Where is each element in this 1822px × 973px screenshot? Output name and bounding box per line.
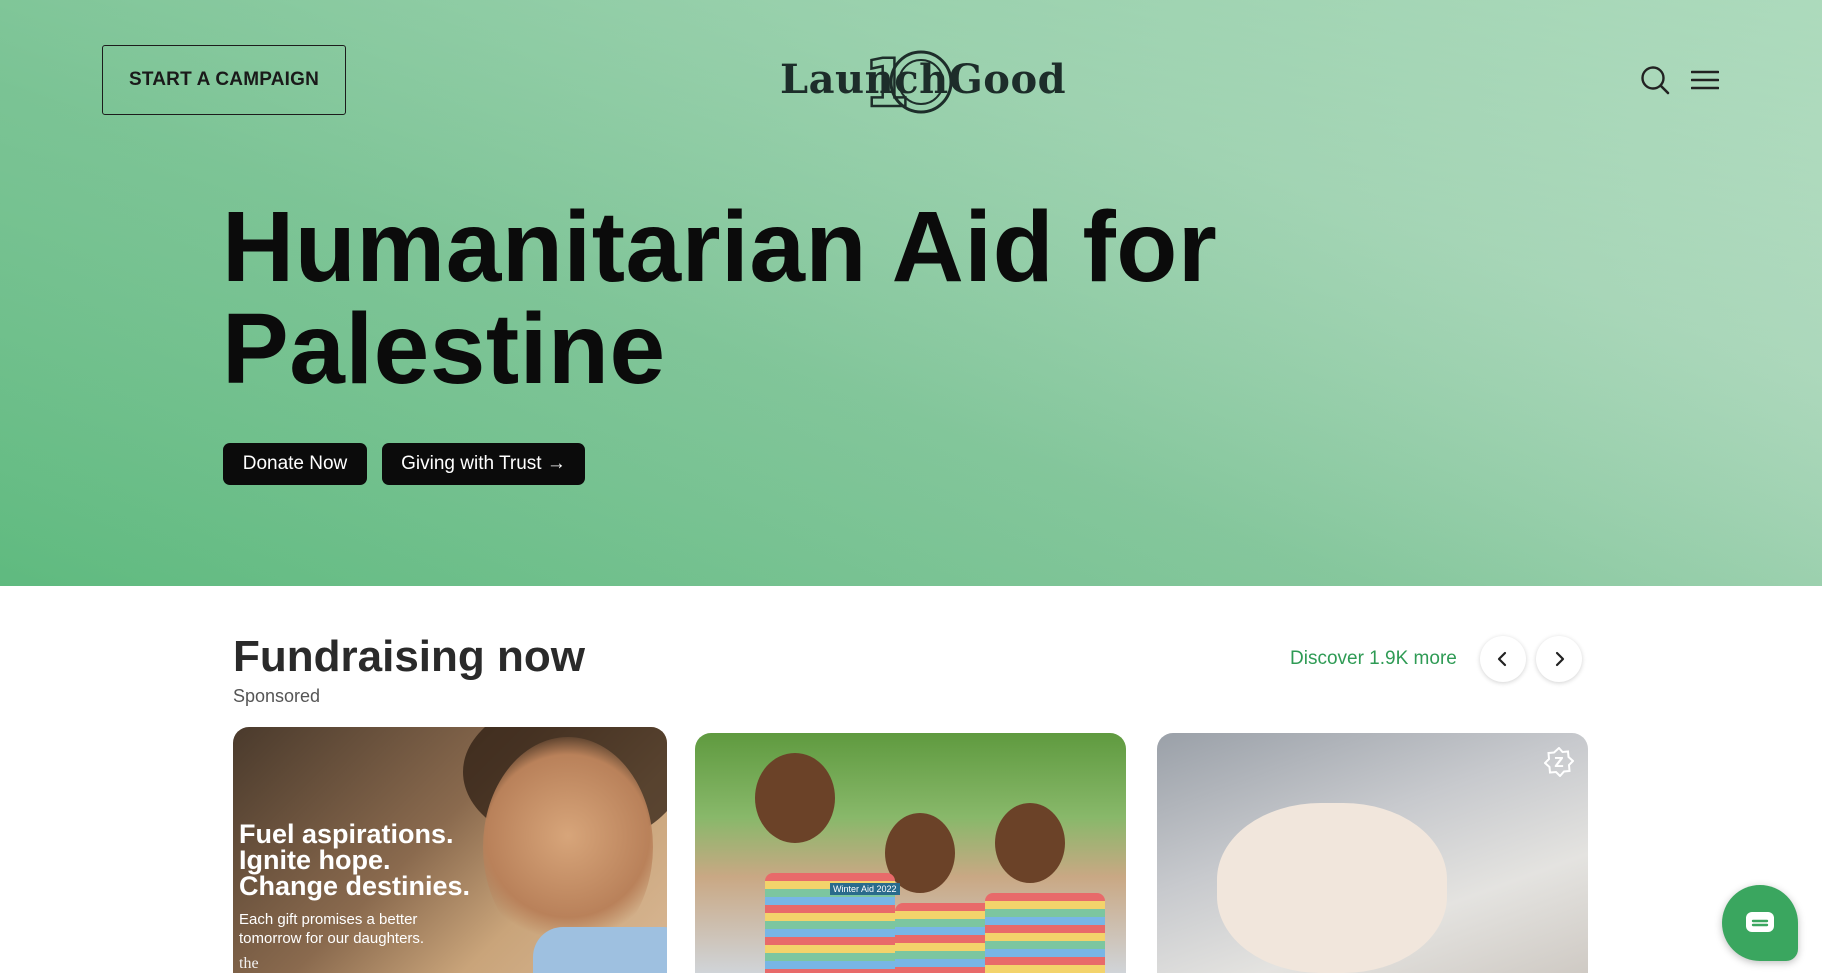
card-headline: Fuel aspirations. Ignite hope. Change de… [239, 819, 471, 901]
card-photo-parcel [985, 893, 1105, 973]
card-photo-uniform [533, 927, 667, 973]
carousel-next-button[interactable] [1536, 636, 1582, 682]
card-photo-child [885, 813, 955, 893]
card-logo-fragment: the [239, 955, 259, 972]
card-photo-child [755, 753, 835, 843]
campaign-card-girls-education[interactable]: Fuel aspirations. Ignite hope. Change de… [233, 727, 667, 973]
chevron-right-icon [1555, 651, 1565, 667]
logo-10-badge-icon: 1 [863, 44, 953, 118]
discover-more-link[interactable]: Discover 1.9K more [1290, 648, 1457, 670]
card-photo-face [483, 737, 653, 957]
parcel-label: Winter Aid 2022 [830, 883, 900, 895]
carousel-prev-button[interactable] [1480, 636, 1526, 682]
chat-icon [1746, 912, 1774, 932]
hamburger-menu-icon[interactable] [1691, 68, 1719, 92]
sponsored-label: Sponsored [233, 686, 321, 706]
zakat-badge-icon: Z [1544, 747, 1574, 777]
chat-button[interactable] [1722, 885, 1798, 961]
card-photo-baby [1217, 803, 1447, 973]
section-title: Fundraising now [233, 632, 585, 681]
campaign-card-newborn-care[interactable] [1157, 733, 1588, 973]
campaign-card-winter-aid[interactable]: Winter Aid 2022 [695, 733, 1126, 973]
card-subtext: Each gift promises a better tomorrow for… [239, 911, 425, 947]
launchgood-logo[interactable]: LaunchGood 1 [780, 42, 1066, 118]
start-campaign-button[interactable]: START A CAMPAIGN [102, 45, 346, 115]
donate-now-button[interactable]: Donate Now [223, 443, 367, 485]
hero-title: Humanitarian Aid for Palestine [222, 191, 1218, 405]
search-icon[interactable] [1640, 65, 1670, 95]
chevron-left-icon [1497, 651, 1507, 667]
card-photo-child [995, 803, 1065, 883]
giving-with-trust-button[interactable]: Giving with Trust → [382, 443, 585, 485]
hero-banner: START A CAMPAIGN LaunchGood 1 Humanitari… [0, 0, 1822, 586]
svg-text:Z: Z [1554, 756, 1563, 771]
